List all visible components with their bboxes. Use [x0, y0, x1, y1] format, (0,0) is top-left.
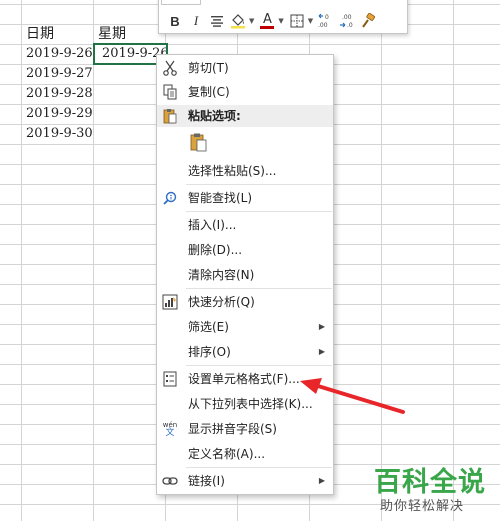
submenu-arrow-icon: ▶ [318, 347, 325, 356]
menu-item-insert-label: 插入(I)... [188, 218, 237, 232]
menu-item-filter-label: 筛选(E) [188, 320, 229, 334]
context-menu: 剪切(T) 复制(C) 粘贴选项: 选择性粘贴(S)... 智能查找(L) 插入… [156, 54, 334, 495]
menu-item-clear-contents-label: 清除内容(N) [188, 268, 255, 282]
font-color-dropdown-icon[interactable]: ▼ [278, 17, 283, 25]
header-weekday[interactable]: 星期 [98, 24, 166, 44]
watermark-logo: 百科全说 助你轻松解决 [368, 460, 498, 518]
date-cell-1[interactable]: 2019-9-26 [26, 44, 96, 64]
menu-item-cut-label: 剪切(T) [188, 61, 229, 75]
mini-toolbar-format-row: B I ▼ A ▼ ▼ 0 .00 .00 .0 [159, 9, 407, 33]
submenu-arrow-icon: ▶ [318, 476, 325, 485]
menu-item-format-cells[interactable]: 设置单元格格式(F)... [157, 367, 333, 391]
decrease-decimal-button[interactable]: .00 .0 [337, 11, 357, 31]
menu-item-quick-analysis[interactable]: 快速分析(Q) [157, 290, 333, 314]
increase-decimal-icon: 0 .00 [318, 13, 329, 29]
paint-bucket-icon [231, 14, 245, 29]
bold-button[interactable]: B [165, 11, 185, 31]
menu-item-show-phonetic-label: 显示拼音字段(S) [188, 422, 277, 436]
menu-separator [186, 365, 332, 366]
menu-item-show-phonetic[interactable]: wén 文 显示拼音字段(S) [157, 417, 333, 441]
menu-item-delete-label: 删除(D)... [188, 243, 243, 257]
menu-item-clear-contents[interactable]: 清除内容(N) [157, 263, 333, 287]
svg-text:.00: .00 [318, 22, 328, 29]
borders-icon [290, 14, 304, 28]
paste-options-header: 粘贴选项: [157, 105, 333, 127]
menu-separator [186, 184, 332, 185]
menu-item-paste-special[interactable]: 选择性粘贴(S)... [157, 159, 333, 183]
menu-item-cut[interactable]: 剪切(T) [157, 56, 333, 80]
copy-icon [161, 83, 179, 101]
font-color-glyph: A [262, 11, 272, 27]
menu-separator [186, 211, 332, 212]
menu-separator [186, 467, 332, 468]
scissors-icon [161, 59, 179, 77]
menu-item-define-name[interactable]: 定义名称(A)... [157, 442, 333, 466]
fill-color-dropdown-icon[interactable]: ▼ [249, 17, 254, 25]
borders-button[interactable] [287, 11, 307, 31]
phonetic-icon-char: 文 [165, 428, 175, 438]
header-date[interactable]: 日期 [26, 24, 94, 44]
clipboard-paste-icon [190, 133, 207, 152]
svg-text:0: 0 [325, 14, 329, 21]
submenu-arrow-icon: ▶ [318, 322, 325, 331]
italic-button[interactable]: I [186, 11, 206, 31]
menu-item-delete[interactable]: 删除(D)... [157, 238, 333, 262]
font-color-swatch [260, 25, 275, 29]
date-cell-3[interactable]: 2019-9-28 [26, 84, 96, 104]
font-color-button[interactable]: A [257, 11, 277, 31]
mini-toolbar: B I ▼ A ▼ ▼ 0 .00 .00 .0 [158, 0, 408, 34]
svg-text:.00: .00 [342, 14, 352, 21]
format-cells-icon [161, 370, 179, 388]
svg-text:.0: .0 [347, 22, 353, 29]
format-painter-icon [362, 13, 376, 28]
menu-item-paste-special-label: 选择性粘贴(S)... [188, 164, 277, 178]
menu-item-define-name-label: 定义名称(A)... [188, 447, 266, 461]
menu-item-pick-from-list[interactable]: 从下拉列表中选择(K)... [157, 392, 333, 416]
paste-default-button[interactable] [188, 131, 210, 153]
menu-item-sort[interactable]: 排序(O) ▶ [157, 340, 333, 364]
smart-lookup-icon [161, 189, 179, 207]
menu-item-copy-label: 复制(C) [188, 85, 230, 99]
watermark-subtitle: 助你轻松解决 [380, 499, 465, 514]
menu-item-copy[interactable]: 复制(C) [157, 80, 333, 104]
fill-color-button[interactable] [228, 11, 248, 31]
menu-item-smart-lookup-label: 智能查找(L) [188, 191, 253, 205]
menu-item-link-label: 链接(I) [188, 474, 225, 488]
mini-toolbar-top-row [159, 0, 407, 7]
menu-item-link[interactable]: 链接(I) ▶ [157, 469, 333, 493]
menu-item-insert[interactable]: 插入(I)... [157, 213, 333, 237]
date-cell-4[interactable]: 2019-9-29 [26, 104, 96, 124]
format-painter-button[interactable] [358, 11, 378, 31]
phonetic-icon: wén 文 [161, 420, 179, 438]
menu-separator [186, 288, 332, 289]
watermark-title: 百科全说 [374, 467, 486, 498]
quick-analysis-icon [161, 293, 179, 311]
menu-item-sort-label: 排序(O) [188, 345, 231, 359]
clipboard-icon [161, 107, 179, 125]
decrease-decimal-icon: .00 .0 [340, 14, 353, 29]
borders-dropdown-icon[interactable]: ▼ [308, 17, 313, 25]
link-icon [161, 472, 179, 490]
menu-item-filter[interactable]: 筛选(E) ▶ [157, 315, 333, 339]
date-cell-2[interactable]: 2019-9-27 [26, 64, 96, 84]
menu-item-pick-from-list-label: 从下拉列表中选择(K)... [188, 397, 313, 411]
menu-item-quick-analysis-label: 快速分析(Q) [188, 295, 255, 309]
date-cell-5[interactable]: 2019-9-30 [26, 124, 96, 144]
menu-item-format-cells-label: 设置单元格格式(F)... [188, 372, 300, 386]
font-name-box[interactable] [161, 0, 201, 5]
menu-item-smart-lookup[interactable]: 智能查找(L) [157, 186, 333, 210]
paste-options-label: 粘贴选项: [188, 109, 241, 123]
align-center-icon [211, 16, 223, 27]
align-center-button[interactable] [207, 11, 227, 31]
increase-decimal-button[interactable]: 0 .00 [316, 11, 336, 31]
